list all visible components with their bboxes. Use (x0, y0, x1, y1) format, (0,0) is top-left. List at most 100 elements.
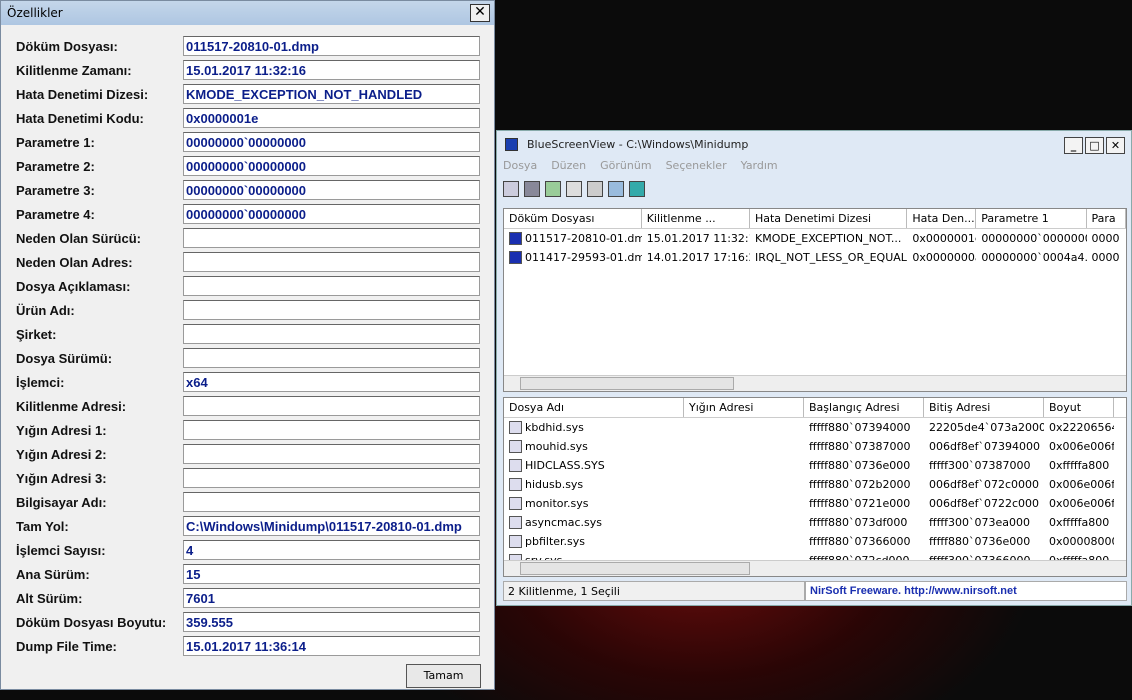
cell-text: fffff880`072b2000 (809, 478, 911, 491)
column-header[interactable]: Parametre 1 (976, 209, 1087, 228)
field-value[interactable]: C:\Windows\Minidump\011517-20810-01.dmp (183, 516, 480, 536)
field-value[interactable]: 00000000`00000000 (183, 132, 480, 152)
table-row[interactable]: HIDCLASS.SYS fffff880`0736e000 fffff300`07… (504, 456, 1126, 475)
field-value[interactable] (183, 468, 480, 488)
field-value[interactable]: 15.01.2017 11:32:16 (183, 60, 480, 80)
field-value[interactable]: 0x0000001e (183, 108, 480, 128)
table-row[interactable]: asyncmac.sys fffff880`073df000 fffff300`07… (504, 513, 1126, 532)
cell-text: 0x0000000a (912, 251, 977, 264)
column-header[interactable]: Kilitlenme ... (642, 209, 750, 228)
cell-text: fffff880`07394000 (809, 421, 911, 434)
field-value[interactable]: KMODE_EXCEPTION_NOT_HANDLED (183, 84, 480, 104)
copy-icon[interactable] (566, 181, 582, 197)
field-value[interactable]: 359.555 (183, 612, 480, 632)
field-value[interactable]: x64 (183, 372, 480, 392)
refresh-icon[interactable] (545, 181, 561, 197)
crash-list[interactable]: Döküm Dosyası Kilitlenme ... Hata Denetimi… (503, 208, 1127, 392)
field-value[interactable]: 7601 (183, 588, 480, 608)
cell-text: fffff880`07387000 (809, 440, 911, 453)
properties-icon[interactable] (503, 181, 519, 197)
field-value[interactable]: 00000000`00000000 (183, 156, 480, 176)
field-row: Ana Sürüm: 15 (16, 564, 481, 586)
status-bar: 2 Kilitlenme, 1 Seçili NirSoft Freeware.… (503, 581, 1127, 601)
field-value[interactable]: 4 (183, 540, 480, 560)
driver-list-hscrollbar[interactable] (504, 560, 1126, 576)
field-value[interactable] (183, 252, 480, 272)
table-row[interactable]: mouhid.sys fffff880`07387000 006df8ef`0739… (504, 437, 1126, 456)
field-row: Neden Olan Adres: (16, 252, 481, 274)
field-value[interactable]: 00000000`00000000 (183, 204, 480, 224)
maximize-button[interactable]: □ (1085, 137, 1104, 154)
menu-dosya[interactable]: Dosya (503, 159, 537, 172)
table-row[interactable]: pbfilter.sys fffff880`07366000 fffff880`07… (504, 532, 1126, 551)
cell-text: mouhid.sys (525, 439, 588, 453)
table-cell: fffff880`072b2000 (804, 478, 924, 491)
table-row[interactable]: 011417-29593-01.dmp 14.01.2017 17:16:27 IR… (504, 248, 1126, 267)
menu-seçenekler[interactable]: Seçenekler (666, 159, 727, 172)
field-value[interactable] (183, 444, 480, 464)
column-header[interactable]: Hata Den... (907, 209, 977, 228)
field-row: İşlemci Sayısı: 4 (16, 540, 481, 562)
menu-düzen[interactable]: Düzen (551, 159, 586, 172)
table-cell: 0x0000001e (907, 232, 976, 245)
field-value[interactable] (183, 324, 480, 344)
find-icon[interactable] (608, 181, 624, 197)
field-value[interactable] (183, 300, 480, 320)
close-button[interactable]: ✕ (470, 4, 490, 22)
driver-file-icon (509, 459, 522, 473)
table-cell: 0000 (1087, 251, 1126, 264)
field-label: Parametre 3: (16, 183, 95, 198)
cell-text: fffff880`0721e000 (809, 497, 911, 510)
cell-text: 0x006e006f (1049, 497, 1114, 510)
field-value[interactable] (183, 228, 480, 248)
field-row: Döküm Dosyası: 011517-20810-01.dmp (16, 36, 481, 58)
menu-yardım[interactable]: Yardım (741, 159, 778, 172)
table-row[interactable]: kbdhid.sys fffff880`07394000 22205de4`073a… (504, 418, 1126, 437)
table-cell: mouhid.sys (504, 440, 684, 454)
table-row[interactable]: hidusb.sys fffff880`072b2000 006df8ef`072c… (504, 475, 1126, 494)
table-row[interactable]: monitor.sys fffff880`0721e000 006df8ef`072… (504, 494, 1126, 513)
driver-file-icon (509, 516, 522, 530)
field-row: Hata Denetimi Dizesi: KMODE_EXCEPTION_NOT… (16, 84, 481, 106)
column-header[interactable]: Para (1087, 209, 1126, 228)
save-icon[interactable] (524, 181, 540, 197)
menu-görünüm[interactable]: Görünüm (600, 159, 651, 172)
column-header[interactable]: Döküm Dosyası (504, 209, 642, 228)
field-value[interactable] (183, 492, 480, 512)
column-header[interactable]: Hata Denetimi Dizesi (750, 209, 908, 228)
minimize-button[interactable]: _ (1064, 137, 1083, 154)
field-value[interactable]: 15.01.2017 11:36:14 (183, 636, 480, 656)
column-header[interactable]: Yığın Adresi (684, 398, 804, 417)
options-icon[interactable] (587, 181, 603, 197)
table-row[interactable]: 011517-20810-01.dmp 15.01.2017 11:32:16 KM… (504, 229, 1126, 248)
field-value[interactable] (183, 396, 480, 416)
field-label: Alt Sürüm: (16, 591, 83, 606)
field-value[interactable] (183, 276, 480, 296)
nirsoft-link[interactable]: NirSoft Freeware. http://www.nirsoft.net (805, 581, 1127, 601)
dialog-title: Özellikler (7, 6, 63, 20)
crash-list-hscrollbar[interactable] (504, 375, 1126, 391)
field-value[interactable]: 011517-20810-01.dmp (183, 36, 480, 56)
field-value[interactable] (183, 420, 480, 440)
cell-text: 006df8ef`0722c000 (929, 497, 1040, 510)
exit-icon[interactable] (629, 181, 645, 197)
field-value[interactable]: 00000000`00000000 (183, 180, 480, 200)
column-header[interactable]: Başlangıç Adresi (804, 398, 924, 417)
table-cell: fffff880`07387000 (804, 440, 924, 453)
field-value[interactable]: 15 (183, 564, 480, 584)
table-cell: fffff880`07366000 (804, 535, 924, 548)
column-header[interactable]: Dosya Adı (504, 398, 684, 417)
column-header[interactable]: Boyut (1044, 398, 1114, 417)
close-window-button[interactable]: ✕ (1106, 137, 1125, 154)
ok-button[interactable]: Tamam (406, 664, 481, 688)
field-row: Parametre 2: 00000000`00000000 (16, 156, 481, 178)
dump-file-icon (509, 232, 522, 246)
driver-list[interactable]: Dosya Adı Yığın Adresi Başlangıç Adresi Bit… (503, 397, 1127, 577)
field-label: Hata Denetimi Dizesi: (16, 87, 149, 102)
table-cell: 011417-29593-01.dmp (504, 251, 642, 265)
field-label: Kilitlenme Adresi: (16, 399, 127, 414)
field-value[interactable] (183, 348, 480, 368)
cell-text: 0x22206564 (1049, 421, 1114, 434)
column-header[interactable]: Bitiş Adresi (924, 398, 1044, 417)
field-label: Parametre 1: (16, 135, 95, 150)
